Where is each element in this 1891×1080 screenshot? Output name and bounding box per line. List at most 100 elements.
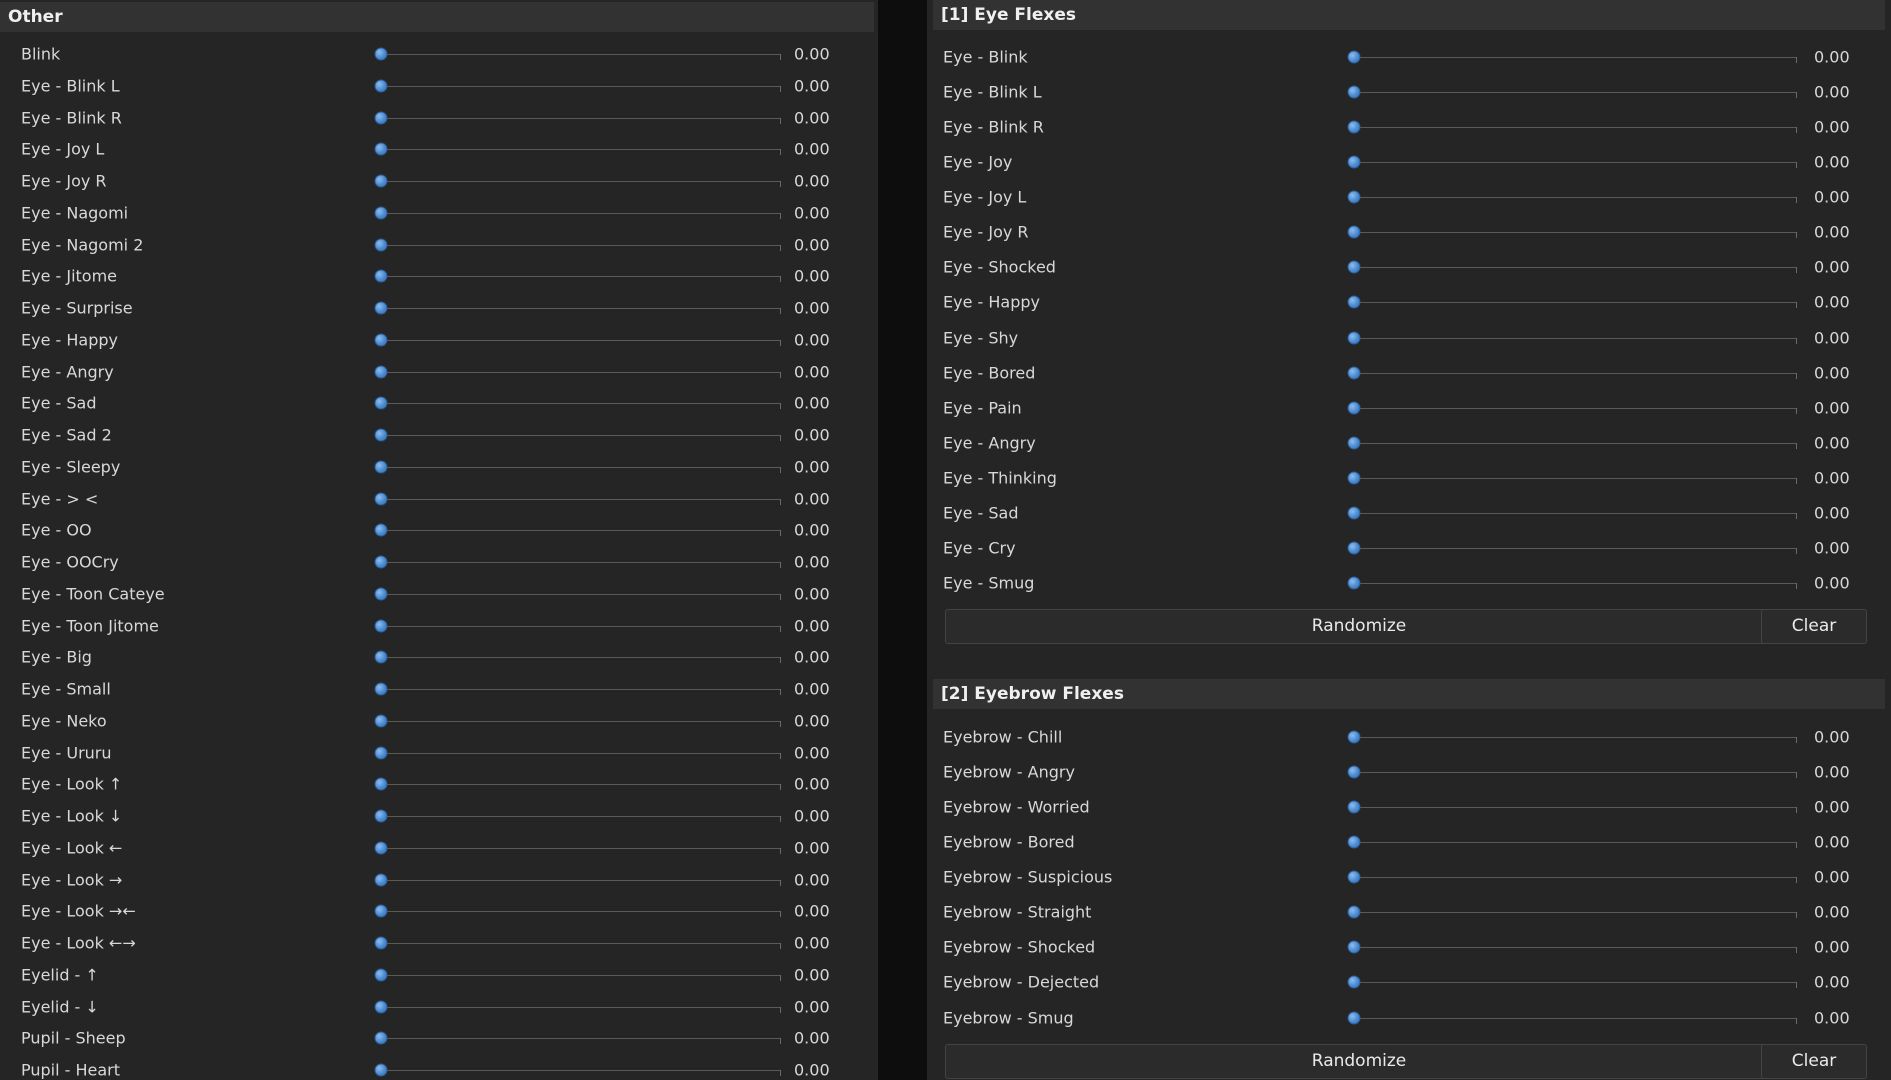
- slider-track[interactable]: [1354, 772, 1796, 774]
- slider-track[interactable]: [1354, 477, 1796, 479]
- slider-track[interactable]: [381, 689, 780, 690]
- slider-handle[interactable]: [1347, 541, 1361, 555]
- slider-track[interactable]: [1354, 842, 1796, 844]
- slider-handle[interactable]: [374, 904, 388, 918]
- slider-handle[interactable]: [374, 619, 388, 632]
- slider-handle[interactable]: [374, 47, 388, 61]
- slider-track[interactable]: [1354, 442, 1796, 444]
- slider-handle[interactable]: [374, 809, 388, 823]
- slider-track[interactable]: [1354, 512, 1796, 514]
- slider-handle[interactable]: [1347, 975, 1361, 989]
- slider-handle[interactable]: [374, 523, 388, 537]
- slider-track[interactable]: [381, 1070, 780, 1071]
- slider-handle[interactable]: [1347, 940, 1361, 954]
- slider-track[interactable]: [381, 1006, 780, 1008]
- slider-track[interactable]: [1354, 302, 1796, 304]
- slider-handle[interactable]: [374, 142, 388, 156]
- slider-track[interactable]: [381, 435, 780, 436]
- slider-handle[interactable]: [1347, 835, 1361, 849]
- slider-track[interactable]: [381, 1038, 780, 1040]
- slider-handle[interactable]: [374, 1063, 388, 1077]
- slider-track[interactable]: [381, 54, 780, 55]
- slider-track[interactable]: [381, 720, 780, 722]
- slider-track[interactable]: [381, 530, 780, 532]
- slider-handle[interactable]: [1347, 120, 1361, 134]
- slider-handle[interactable]: [1347, 576, 1361, 590]
- slider-handle[interactable]: [374, 714, 388, 728]
- slider-handle[interactable]: [1347, 1011, 1361, 1025]
- slider-track[interactable]: [381, 879, 780, 881]
- slider-track[interactable]: [381, 308, 780, 309]
- slider-track[interactable]: [1354, 267, 1796, 269]
- slider-track[interactable]: [381, 752, 780, 754]
- slider-track[interactable]: [381, 562, 780, 563]
- slider-handle[interactable]: [374, 333, 388, 347]
- slider-handle[interactable]: [374, 873, 388, 886]
- slider-handle[interactable]: [374, 968, 388, 982]
- slider-handle[interactable]: [374, 492, 388, 505]
- slider-track[interactable]: [381, 943, 780, 944]
- slider-track[interactable]: [1354, 232, 1796, 234]
- slider-handle[interactable]: [1347, 155, 1361, 169]
- slider-handle[interactable]: [374, 365, 388, 378]
- slider-track[interactable]: [1354, 372, 1796, 374]
- slider-handle[interactable]: [1347, 730, 1361, 744]
- slider-handle[interactable]: [374, 587, 388, 601]
- slider-handle[interactable]: [1347, 506, 1361, 520]
- slider-track[interactable]: [381, 784, 780, 786]
- eye-flexes-clear-button[interactable]: Clear: [1761, 609, 1867, 644]
- slider-track[interactable]: [381, 339, 780, 341]
- eye-flexes-randomize-button[interactable]: Randomize: [945, 609, 1773, 644]
- slider-track[interactable]: [381, 371, 780, 373]
- slider-track[interactable]: [1354, 57, 1796, 58]
- slider-handle[interactable]: [1347, 295, 1361, 309]
- slider-track[interactable]: [1354, 407, 1796, 409]
- slider-track[interactable]: [381, 498, 780, 500]
- slider-handle[interactable]: [374, 428, 388, 442]
- slider-handle[interactable]: [374, 174, 388, 188]
- slider-track[interactable]: [1354, 92, 1796, 94]
- slider-handle[interactable]: [1347, 260, 1361, 274]
- slider-handle[interactable]: [374, 111, 388, 124]
- slider-handle[interactable]: [374, 396, 388, 410]
- slider-handle[interactable]: [1347, 190, 1361, 204]
- slider-track[interactable]: [381, 181, 780, 182]
- slider-track[interactable]: [381, 403, 780, 405]
- slider-track[interactable]: [1354, 947, 1796, 949]
- eyebrow-flexes-clear-button[interactable]: Clear: [1761, 1044, 1867, 1079]
- slider-handle[interactable]: [1347, 471, 1361, 485]
- slider-track[interactable]: [381, 466, 780, 468]
- slider-handle[interactable]: [374, 269, 388, 283]
- slider-handle[interactable]: [374, 746, 388, 759]
- slider-track[interactable]: [1354, 547, 1796, 549]
- slider-track[interactable]: [1354, 337, 1796, 339]
- slider-handle[interactable]: [374, 682, 388, 696]
- slider-handle[interactable]: [374, 936, 388, 950]
- slider-handle[interactable]: [374, 206, 388, 220]
- slider-track[interactable]: [381, 276, 780, 278]
- slider-track[interactable]: [381, 816, 780, 817]
- slider-track[interactable]: [381, 593, 780, 595]
- slider-track[interactable]: [381, 149, 780, 151]
- eyebrow-flexes-randomize-button[interactable]: Randomize: [945, 1044, 1773, 1079]
- slider-handle[interactable]: [374, 650, 388, 664]
- slider-track[interactable]: [381, 212, 780, 214]
- slider-track[interactable]: [1354, 162, 1796, 164]
- slider-track[interactable]: [1354, 737, 1796, 738]
- slider-handle[interactable]: [374, 301, 388, 315]
- slider-track[interactable]: [381, 117, 780, 119]
- slider-handle[interactable]: [1347, 436, 1361, 450]
- slider-handle[interactable]: [374, 777, 388, 791]
- slider-track[interactable]: [381, 974, 780, 976]
- slider-handle[interactable]: [374, 460, 388, 474]
- slider-handle[interactable]: [374, 79, 388, 93]
- slider-handle[interactable]: [1347, 401, 1361, 415]
- slider-handle[interactable]: [1347, 800, 1361, 814]
- slider-track[interactable]: [1354, 583, 1796, 585]
- slider-track[interactable]: [1354, 982, 1796, 984]
- slider-track[interactable]: [1354, 807, 1796, 809]
- slider-handle[interactable]: [374, 1000, 388, 1013]
- slider-handle[interactable]: [1347, 50, 1361, 64]
- slider-track[interactable]: [381, 847, 780, 849]
- slider-track[interactable]: [1354, 877, 1796, 879]
